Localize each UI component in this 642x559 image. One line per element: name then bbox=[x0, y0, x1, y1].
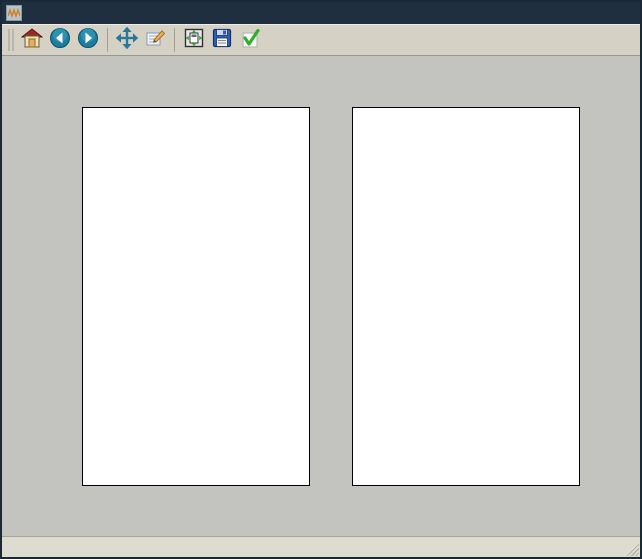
forward-icon bbox=[77, 27, 99, 53]
back-button[interactable] bbox=[46, 26, 74, 54]
home-button[interactable] bbox=[18, 26, 46, 54]
subplots-icon bbox=[183, 27, 205, 53]
app-waveform-icon bbox=[6, 5, 22, 21]
navigation-toolbar bbox=[2, 24, 640, 56]
toolbar-separator bbox=[174, 28, 175, 52]
forward-button[interactable] bbox=[74, 26, 102, 54]
resize-grip[interactable] bbox=[625, 542, 639, 556]
toolbar-separator bbox=[107, 28, 108, 52]
save-icon bbox=[211, 27, 233, 53]
apply-button[interactable] bbox=[236, 26, 264, 54]
edit-button[interactable] bbox=[141, 26, 169, 54]
shade-button[interactable] bbox=[550, 5, 568, 21]
figure-window bbox=[0, 0, 642, 559]
toolbar-grip[interactable] bbox=[8, 29, 14, 51]
2d-regrouping-plot[interactable] bbox=[352, 107, 580, 486]
apply-check-icon bbox=[239, 27, 261, 53]
back-icon bbox=[49, 27, 71, 53]
figure-canvas[interactable] bbox=[2, 56, 640, 536]
status-bar bbox=[2, 536, 640, 557]
minimize-button[interactable] bbox=[572, 5, 590, 21]
edit-icon bbox=[144, 27, 166, 53]
1d-integration-plot[interactable] bbox=[82, 107, 310, 486]
close-button[interactable] bbox=[616, 5, 634, 21]
home-icon bbox=[21, 27, 43, 53]
pan-button[interactable] bbox=[113, 26, 141, 54]
subplots-button[interactable] bbox=[180, 26, 208, 54]
maximize-button[interactable] bbox=[594, 5, 612, 21]
save-button[interactable] bbox=[208, 26, 236, 54]
titlebar[interactable] bbox=[2, 2, 640, 24]
pan-icon bbox=[116, 27, 138, 53]
